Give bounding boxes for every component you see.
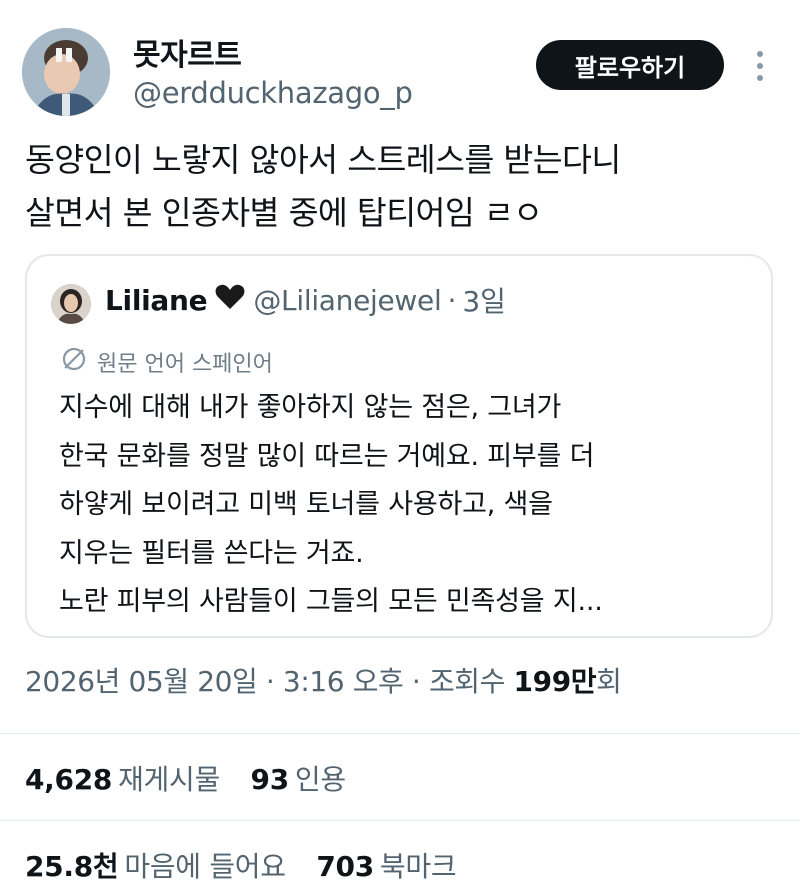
quote-header: Liliane @Lilianejewel · 3일 — [105, 280, 506, 320]
tweet-date[interactable]: 2026년 05월 20일 — [25, 665, 258, 698]
quoted-tweet-card[interactable]: Liliane @Lilianejewel · 3일 원문 언어 스페인어 지수… — [25, 254, 773, 638]
quotes-stat[interactable]: 93 인용 — [250, 763, 347, 796]
reposts-stat[interactable]: 4,628 재게시물 — [25, 763, 220, 796]
likes-label: 마음에 들어요 — [124, 850, 286, 883]
translation-label: 원문 언어 스페인어 — [97, 352, 273, 377]
views-count: 199만 — [513, 665, 597, 698]
tweet-header: 못자르트 @erdduckhazago_p 팔로우하기 — [0, 0, 800, 130]
quotes-label: 인용 — [294, 763, 346, 796]
quote-separator: · — [447, 283, 457, 317]
tweet-text: 동양인이 노랗지 않아서 스트레스를 받는다니 살면서 본 인종차별 중에 탑티… — [25, 141, 621, 232]
quote-author-handle[interactable]: @Lilianejewel — [253, 284, 441, 317]
translate-icon — [61, 346, 87, 378]
bookmarks-label: 북마크 — [379, 850, 457, 883]
follow-button[interactable]: 팔로우하기 — [536, 40, 724, 90]
tweet-meta: 2026년 05월 20일 · 3:16 오후 · 조회수 199만회 — [25, 660, 622, 700]
engagement-row-bottom: 25.8천 마음에 들어요 703 북마크 — [25, 845, 478, 885]
quote-author-name[interactable]: Liliane — [105, 284, 208, 317]
meta-separator: · — [403, 665, 429, 698]
author-handle[interactable]: @erdduckhazago_p — [133, 76, 413, 110]
more-vertical-icon[interactable] — [752, 46, 768, 86]
reposts-label: 재게시물 — [118, 763, 220, 796]
likes-count: 25.8천 — [25, 850, 119, 883]
translation-notice[interactable]: 원문 언어 스페인어 — [61, 346, 273, 378]
quote-timestamp[interactable]: 3일 — [462, 280, 506, 320]
author-display-name[interactable]: 못자르트 — [133, 30, 242, 74]
bookmarks-stat[interactable]: 703 북마크 — [316, 850, 456, 883]
quote-body-text: 지수에 대해 내가 좋아하지 않는 점은, 그녀가 한국 문화를 정말 많이 따… — [59, 392, 603, 617]
views-label: 조회수 — [428, 665, 514, 698]
quote-avatar-image — [51, 284, 91, 324]
quote-author-avatar[interactable] — [51, 284, 91, 324]
bookmarks-count: 703 — [316, 850, 374, 883]
divider — [0, 820, 800, 821]
quotes-count: 93 — [250, 763, 290, 796]
likes-stat[interactable]: 25.8천 마음에 들어요 — [25, 850, 286, 883]
engagement-row-top: 4,628 재게시물 93 인용 — [25, 758, 368, 798]
views-suffix: 회 — [596, 665, 622, 698]
divider — [0, 733, 800, 734]
reposts-count: 4,628 — [25, 763, 113, 796]
author-avatar[interactable] — [22, 28, 110, 116]
avatar-image — [22, 28, 110, 116]
meta-separator: · — [257, 665, 283, 698]
black-heart-icon — [215, 284, 245, 317]
tweet-time[interactable]: 3:16 오후 — [283, 665, 404, 698]
